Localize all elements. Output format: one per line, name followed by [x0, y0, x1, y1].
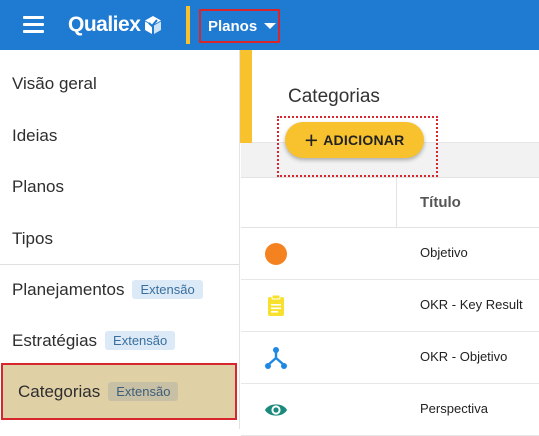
extension-badge: Extensão [132, 280, 203, 299]
top-bar: Qualiex Planos [0, 0, 539, 50]
plus-icon: + [304, 126, 319, 153]
page-title: Categorias [288, 86, 380, 107]
column-separator [396, 177, 397, 228]
table-header [241, 177, 539, 228]
add-button-label: ADICIONAR [323, 132, 405, 148]
clipboard-icon [268, 294, 284, 316]
sidebar: Visão geral Ideias Planos Tipos Planejam… [0, 50, 240, 429]
accent-bar [240, 50, 252, 143]
table-row[interactable]: Perspectiva [241, 384, 539, 436]
sidebar-item-planos[interactable]: Planos [0, 161, 239, 212]
column-header-title[interactable]: Título [420, 194, 461, 211]
extension-badge: Extensão [108, 382, 179, 401]
table-row[interactable]: OKR - Key Result [241, 280, 539, 332]
table-row[interactable]: Objetivo [241, 228, 539, 280]
extension-badge: Extensão [105, 331, 176, 350]
row-title: Perspectiva [420, 401, 488, 416]
sidebar-item-planejamentos[interactable]: Planejamentos Extensão [0, 264, 239, 315]
topbar-divider [186, 6, 190, 44]
sidebar-item-label: Planos [12, 176, 64, 196]
sidebar-item-categorias[interactable]: Categorias Extensão [1, 363, 237, 420]
sidebar-item-tipos[interactable]: Tipos [0, 213, 239, 264]
sidebar-item-label: Ideias [12, 125, 58, 145]
hamburger-menu-icon[interactable] [23, 16, 44, 33]
row-title: OKR - Objetivo [420, 349, 508, 364]
sidebar-item-ideias[interactable]: Ideias [0, 110, 239, 161]
sidebar-item-visao-geral[interactable]: Visão geral [0, 58, 239, 109]
sidebar-item-label: Estratégias [12, 330, 98, 350]
circle-icon [265, 243, 287, 265]
plans-dropdown[interactable]: Planos [199, 9, 280, 43]
plans-dropdown-label: Planos [208, 17, 258, 35]
sidebar-item-label: Tipos [12, 228, 53, 248]
brand-logo[interactable]: Qualiex [68, 12, 163, 38]
sidebar-item-label: Categorias [18, 381, 101, 401]
row-title: OKR - Key Result [420, 297, 523, 312]
caret-down-icon [264, 23, 277, 29]
row-title: Objetivo [420, 245, 468, 260]
cube-logo-icon [145, 16, 162, 34]
sidebar-item-label: Visão geral [12, 73, 97, 93]
hierarchy-icon [265, 347, 287, 369]
eye-icon [265, 404, 287, 416]
add-button[interactable]: + ADICIONAR [285, 122, 424, 158]
sidebar-item-estrategias[interactable]: Estratégias Extensão [0, 315, 239, 366]
brand-name: Qualiex [68, 13, 141, 36]
sidebar-item-label: Planejamentos [12, 279, 125, 299]
table-row[interactable]: OKR - Objetivo [241, 332, 539, 384]
